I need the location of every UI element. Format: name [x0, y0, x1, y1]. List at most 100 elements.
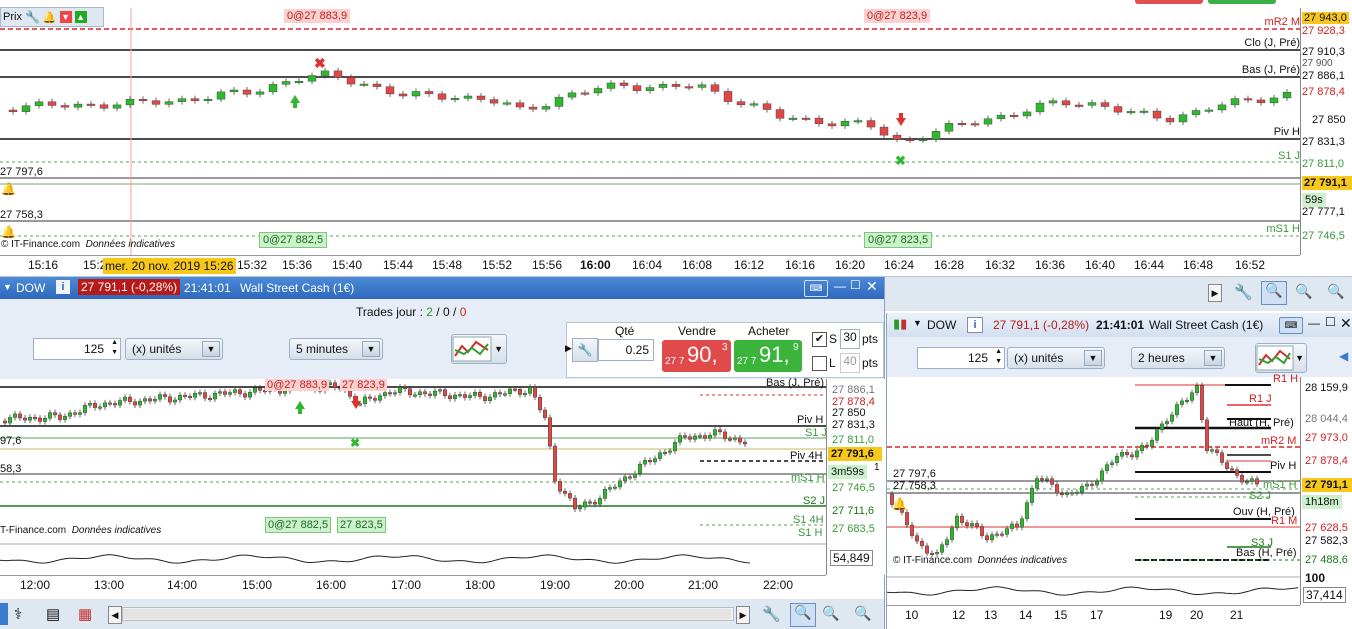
candle [493, 392, 498, 398]
indicators-button[interactable]: ▼ [451, 334, 507, 364]
layers-tool-icon[interactable]: ▦ [78, 605, 92, 623]
candle [583, 501, 588, 508]
buy-button[interactable]: 27 7 91, 9 [734, 340, 802, 372]
stepper-up-icon[interactable]: ▲ [111, 339, 118, 346]
candle [172, 399, 177, 403]
quantity-stepper[interactable]: 125 ▲ ▼ [33, 338, 121, 360]
maximize-icon[interactable]: ☐ [1325, 315, 1336, 329]
zoom-in-icon-2[interactable]: 🔍 [1327, 283, 1344, 300]
unit-select[interactable]: (x) unités ▼ [1007, 347, 1105, 369]
zoom-in-icon[interactable]: 🔍 [854, 605, 871, 622]
dow-window-right[interactable]: ▮▮ ▼ DOW i 27 791,1 (-0,28%) 21:41:01 Wa… [886, 313, 1352, 629]
collapse-icon[interactable]: ▼ [3, 282, 12, 292]
stepper-down-icon[interactable]: ▼ [111, 349, 118, 356]
zoom-area-icon-2[interactable]: 🔍 [1261, 281, 1287, 305]
time-tick-label: 16:36 [1035, 258, 1066, 272]
window-titlebar[interactable]: ▼ DOW i 27 791,1 (-0,28%) 21:41:01 Wall … [0, 277, 884, 299]
candle [1115, 456, 1119, 463]
quantity-stepper[interactable]: 125 ▲ ▼ [917, 347, 1005, 369]
zoom-out-icon-2[interactable]: 🔍 [1295, 283, 1312, 300]
chevron-down-icon-3[interactable]: ▼ [494, 344, 503, 354]
buy-order-label-2[interactable]: 0@27 823,5 [864, 232, 933, 248]
minimize-icon[interactable]: — [1308, 316, 1320, 330]
table-tool-icon[interactable]: ▤ [46, 605, 60, 623]
sell-order-label-2[interactable]: 0@27 823,9 [864, 9, 931, 23]
sell-button[interactable]: 27 7 90, 3 [662, 340, 731, 372]
level-label-ms1: mS1 H [1266, 223, 1300, 235]
dow-left-chart[interactable]: ✖ 0@27 883,9 27 823,9 0@27 882,5 27 823,… [0, 377, 885, 599]
settings-tool-icon[interactable]: 🔧 [762, 605, 781, 623]
indicators-button[interactable]: ▼ [1255, 343, 1307, 373]
limit-checkbox[interactable] [812, 356, 827, 371]
dow-right-chart-svg[interactable]: 🔔 [887, 377, 1352, 629]
expand-arrow-icon[interactable]: ◀ [1339, 349, 1348, 363]
candle [736, 101, 746, 106]
dow-window-left[interactable]: ▼ DOW i 27 791,1 (-0,28%) 21:41:01 Wall … [0, 277, 885, 629]
pointer-tool-icon[interactable] [0, 603, 8, 625]
alert-bell-icon-2[interactable]: 🔔 [1, 225, 16, 239]
stepper-up-icon[interactable]: ▲ [995, 348, 1002, 355]
candle [453, 394, 458, 399]
close-icon[interactable]: ✕ [1340, 315, 1352, 332]
buy-order-label[interactable]: 0@27 882,5 [259, 232, 328, 248]
time-tick-label: 13:00 [94, 578, 125, 592]
order-label-3[interactable]: 0@27 882,5 [265, 517, 332, 533]
top-chart-svg[interactable]: ✖ ✖ 🔔 🔔 [0, 0, 1352, 276]
qty-input[interactable]: 0.25 [598, 339, 654, 361]
expand-arrow-icon[interactable]: ▶ [565, 343, 572, 354]
stop-value[interactable]: 30 [840, 329, 860, 349]
info-icon[interactable]: i [967, 317, 983, 333]
time-axis[interactable]: 12:00 13:00 14:00 15:00 16:00 17:00 18:00 19:00… [0, 575, 826, 598]
chevron-down-icon-2[interactable]: ▼ [362, 341, 380, 357]
candle [164, 101, 174, 105]
window-titlebar[interactable]: ▮▮ ▼ DOW i 27 791,1 (-0,28%) 21:41:01 Wa… [887, 313, 1352, 337]
sell-order-label[interactable]: 0@27 883,9 [284, 9, 351, 23]
settings-tool-icon-2[interactable]: 🔧 [1234, 283, 1253, 301]
wrench-icon-2[interactable]: 🔧 [572, 338, 598, 362]
order-label-4[interactable]: 27 823,5 [337, 517, 386, 533]
candle [216, 91, 226, 100]
candle [548, 417, 553, 447]
limit-value[interactable]: 40 [840, 353, 860, 373]
close-icon[interactable]: ✕ [866, 278, 878, 295]
scroll-left-icon[interactable]: ◀ [108, 606, 122, 624]
candle [892, 134, 902, 140]
scroll-right-icon-2[interactable]: ▶ [1208, 284, 1222, 302]
chevron-down-icon-2[interactable]: ▼ [1204, 350, 1222, 366]
quantity-value[interactable]: 125 [968, 351, 988, 365]
stop-checkbox[interactable]: ✔ [812, 332, 827, 347]
order-label-2[interactable]: 27 823,9 [340, 379, 387, 391]
horizontal-scrollbar[interactable] [122, 607, 734, 621]
keyboard-icon[interactable]: ⌨ [1279, 317, 1303, 334]
alert-bell-icon[interactable]: 🔔 [1, 182, 16, 196]
quantity-value[interactable]: 125 [84, 342, 104, 356]
zoom-out-icon[interactable]: 🔍 [822, 605, 839, 622]
collapse-icon[interactable]: ▼ [913, 318, 922, 328]
sell-cross-icon: ✖ [314, 55, 326, 71]
limit-pts: pts [862, 356, 879, 370]
zoom-area-icon[interactable]: 🔍 [790, 603, 816, 627]
minimize-icon[interactable]: — [834, 279, 846, 293]
time-axis[interactable]: 10 12 13 14 15 17 19 20 21 [887, 605, 1300, 628]
order-label-1[interactable]: 0@27 883,9 [265, 379, 330, 391]
draw-tool-icon[interactable]: ⚕ [14, 605, 22, 623]
maximize-icon[interactable]: ☐ [850, 278, 861, 292]
timeframe-select[interactable]: 5 minutes ▼ [289, 338, 383, 360]
chevron-down-icon[interactable]: ▼ [1084, 350, 1102, 366]
info-icon[interactable]: i [56, 280, 70, 294]
stepper-down-icon[interactable]: ▼ [995, 358, 1002, 365]
scrollbar-thumb[interactable] [123, 609, 731, 619]
chevron-down-icon[interactable]: ▼ [202, 341, 220, 357]
scroll-right-icon[interactable]: ▶ [736, 606, 750, 624]
candle [608, 487, 613, 490]
timeframe-select[interactable]: 2 heures ▼ [1131, 347, 1225, 369]
top-chart-panel[interactable]: Prix 🔧 🔔 ▼ ▲ ✖ ✖ 🔔 🔔 0@27 883,9 0@27 823… [0, 0, 1352, 277]
current-price-tag: 27 791,6 [828, 447, 882, 461]
dow-left-chart-svg[interactable]: ✖ [0, 379, 884, 599]
chevron-down-icon-3[interactable]: ▼ [1295, 353, 1304, 363]
unit-select[interactable]: (x) unités ▼ [125, 338, 223, 360]
dow-right-chart[interactable]: 🔔 R1 H R1 J Haut (H, Pré) mR2 M Piv H mS… [887, 373, 1352, 629]
keyboard-icon[interactable]: ⌨ [804, 280, 828, 297]
candle [623, 476, 628, 482]
alert-bell-icon[interactable]: 🔔 [892, 497, 907, 511]
